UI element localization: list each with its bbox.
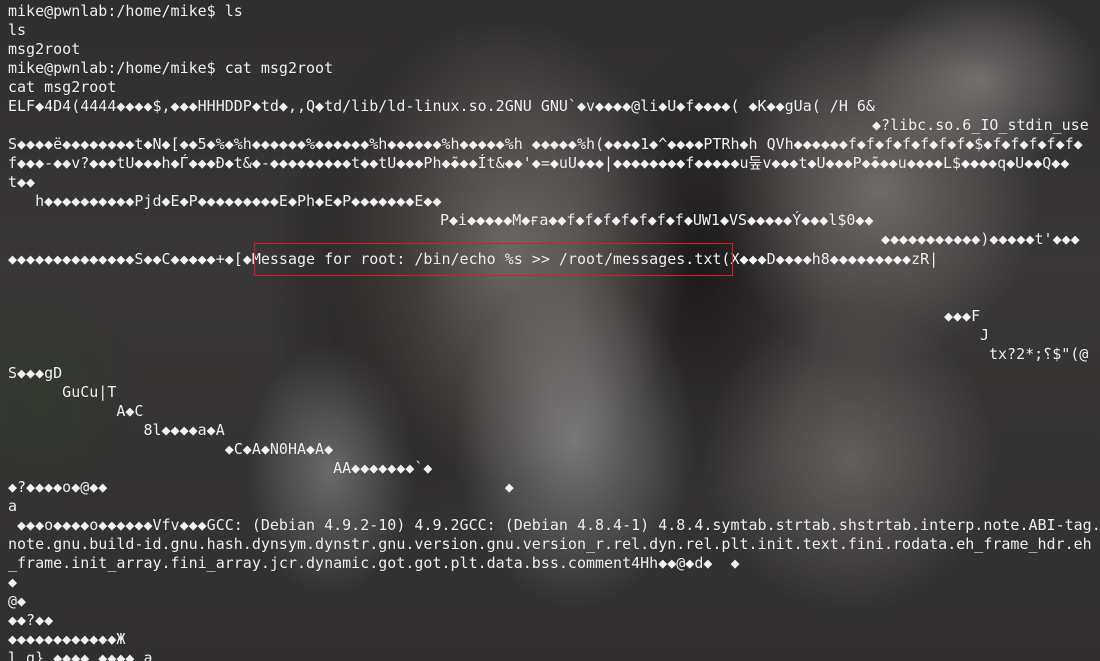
terminal-line: note.gnu.build-id.gnu.hash.dynsym.dynstr… bbox=[8, 535, 1092, 553]
terminal-line: GuCu|T bbox=[8, 383, 117, 401]
terminal-line: ◆C◆A◆N0HA◆A◆ bbox=[8, 440, 334, 458]
terminal-line: S◆◆◆◆ë◆◆◆◆◆◆◆◆t◆N◆[◆◆5◆%◆%h◆◆◆◆◆◆%◆◆◆◆◆◆… bbox=[8, 135, 1083, 153]
terminal-line: _frame.init_array.fini_array.jcr.dynamic… bbox=[8, 554, 740, 572]
terminal-line: @◆ bbox=[8, 592, 27, 610]
terminal-line: ◆◆?◆◆ bbox=[8, 611, 54, 629]
terminal-line: ◆ bbox=[8, 573, 18, 591]
terminal-line: a bbox=[8, 497, 18, 515]
terminal-line: h◆◆◆◆◆◆◆◆◆◆Pjd◆E◆P◆◆◆◆◆◆◆◆◆E◆Ph◆E◆P◆◆◆◆◆… bbox=[8, 192, 442, 210]
terminal-line: ◆◆◆F bbox=[944, 307, 981, 325]
terminal-line: f◆◆◆-◆◆v?◆◆◆tU◆◆◆h◆Ѓ◆◆◆Ð◆t&◆-◆◆◆◆◆◆◆◆◆t◆… bbox=[8, 154, 1070, 172]
terminal-line: msg2root bbox=[8, 40, 81, 58]
terminal-line: AA◆◆◆◆◆◆◆`◆ bbox=[8, 459, 433, 477]
terminal-line: ◆?libc.so.6_IO_stdin_use bbox=[872, 116, 1089, 134]
terminal-line: S◆◆◆gD bbox=[8, 364, 63, 382]
terminal-line: cat msg2root bbox=[8, 78, 117, 96]
terminal-line: t◆◆ bbox=[8, 173, 36, 191]
terminal-line: ◆?◆◆◆◆o◆@◆◆ ◆ bbox=[8, 478, 514, 496]
terminal-line: mike@pwnlab:/home/mike$ ls bbox=[8, 2, 243, 20]
terminal-line: ◆◆◆◆◆◆◆◆◆◆◆)◆◆◆◆◆t'◆◆◆ bbox=[881, 230, 1080, 248]
terminal-line: A◆C bbox=[8, 402, 144, 420]
terminal-line: tx?؟;*2$"(@ bbox=[989, 345, 1089, 363]
terminal-line: l g} ◆◆◆◆ ◆◆◆◆ a bbox=[8, 649, 153, 661]
terminal-line: ◆◆◆o◆◆◆◆o◆◆◆◆◆◆Vfv◆◆◆GCC: (Debian 4.9.2-… bbox=[8, 516, 1100, 534]
terminal-line: ◆◆◆◆◆◆◆◆◆◆◆◆Ж bbox=[8, 630, 126, 648]
terminal-line: mike@pwnlab:/home/mike$ cat msg2root bbox=[8, 59, 334, 77]
terminal-window[interactable]: mike@pwnlab:/home/mike$ ls ls msg2root m… bbox=[0, 0, 1100, 661]
terminal-line: 8l◆◆◆◆a◆A bbox=[8, 421, 225, 439]
terminal-line: P◆i◆◆◆◆◆M◆ғa◆◆f◆f◆f◆f◆f◆f◆f◆UW1◆VS◆◆◆◆◆Ý… bbox=[440, 211, 874, 229]
terminal-line: ELF◆4D4(4444◆◆◆◆$,◆◆◆HHHDDP◆td◆,,Q◆td/li… bbox=[8, 97, 875, 115]
highlight-box bbox=[254, 243, 733, 276]
terminal-line: J bbox=[980, 326, 990, 344]
terminal-line: ls bbox=[8, 21, 27, 39]
